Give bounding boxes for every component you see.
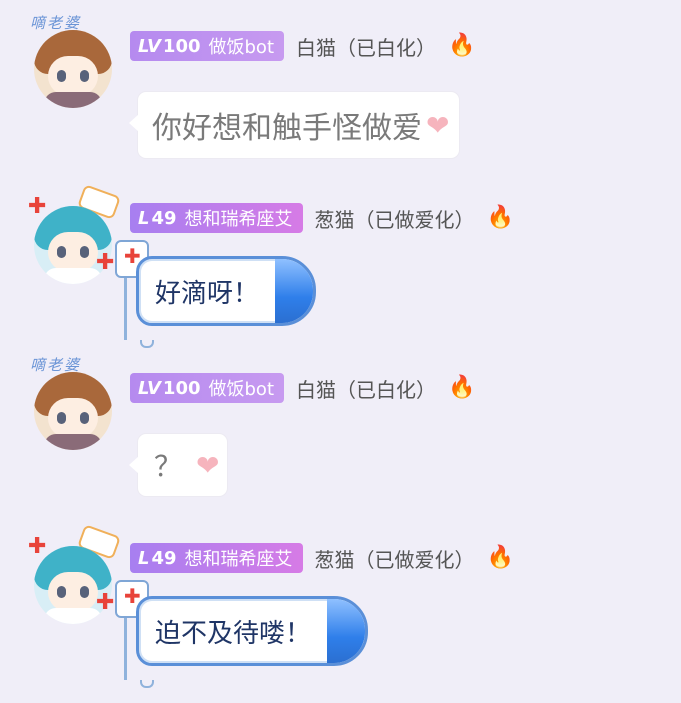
heart-icon: ❤ <box>196 448 220 482</box>
member-title: 想和瑞希座艾 <box>184 549 293 570</box>
avatar[interactable]: ✚ ✚ <box>28 524 121 624</box>
message-bubble[interactable]: 迫不及待喽！ <box>136 596 369 666</box>
level-prefix: LV <box>138 35 161 57</box>
sender-line: LV 100 做饭bot 白猫（已白化） 🔥 <box>130 372 475 404</box>
level-number: 49 <box>151 207 177 229</box>
iv-drip-icon <box>140 680 154 688</box>
message-text: 迫不及待喽！ <box>155 618 312 649</box>
fire-icon: 🔥 <box>448 375 476 400</box>
fire-icon: 🔥 <box>486 205 514 230</box>
level-number: 100 <box>162 35 201 57</box>
iv-tube <box>124 278 127 340</box>
red-cross-icon: ✚ <box>96 250 115 275</box>
level-title-badge[interactable]: L 49 想和瑞希座艾 <box>130 543 303 573</box>
level-title-badge[interactable]: LV 100 做饭bot <box>130 31 284 61</box>
member-title: 做饭bot <box>208 37 275 58</box>
iv-tube <box>124 618 127 680</box>
sender-line: L 49 想和瑞希座艾 葱猫（已做爱化） 🔥 <box>130 542 514 574</box>
level-title-badge[interactable]: L 49 想和瑞希座艾 <box>130 203 303 233</box>
level-prefix: L <box>138 547 150 569</box>
level-prefix: LV <box>138 377 161 399</box>
member-title: 想和瑞希座艾 <box>184 209 293 230</box>
level-prefix: L <box>138 207 150 229</box>
red-cross-icon: ✚ <box>96 590 115 615</box>
sender-nickname[interactable]: 白猫（已白化） <box>296 374 436 403</box>
bubble-tail <box>129 114 139 132</box>
message-text: 你好想和触手怪做爱 <box>152 111 422 146</box>
message-bubble[interactable]: ？ ❤ <box>129 434 228 496</box>
message-text: ？ <box>154 450 183 483</box>
sender-line: L 49 想和瑞希座艾 葱猫（已做爱化） 🔥 <box>130 202 514 234</box>
fire-icon: 🔥 <box>448 33 476 58</box>
member-title: 做饭bot <box>208 379 275 400</box>
avatar-image <box>34 372 112 450</box>
sender-nickname[interactable]: 白猫（已白化） <box>296 32 436 61</box>
avatar[interactable]: ✚ ✚ <box>28 184 121 284</box>
fire-icon: 🔥 <box>486 545 514 570</box>
level-number: 49 <box>151 547 177 569</box>
level-number: 100 <box>162 377 201 399</box>
message-bubble[interactable]: 你好想和触手怪做爱 ❤ <box>129 92 460 158</box>
avatar[interactable]: 嘀老婆 <box>28 356 118 450</box>
message-bubble[interactable]: 好滴呀！ <box>136 256 317 326</box>
avatar-image <box>34 30 112 108</box>
avatar[interactable]: 嘀老婆 <box>28 14 118 108</box>
capsule-cap <box>275 259 314 323</box>
level-title-badge[interactable]: LV 100 做饭bot <box>130 373 284 403</box>
message-text: 好滴呀！ <box>155 278 260 309</box>
sender-nickname[interactable]: 葱猫（已做爱化） <box>315 544 475 573</box>
sender-line: LV 100 做饭bot 白猫（已白化） 🔥 <box>130 30 475 62</box>
iv-drip-icon <box>140 340 154 348</box>
capsule-cap <box>327 599 366 663</box>
sender-nickname[interactable]: 葱猫（已做爱化） <box>315 204 475 233</box>
bubble-tail <box>129 456 139 474</box>
heart-icon: ❤ <box>426 108 450 142</box>
